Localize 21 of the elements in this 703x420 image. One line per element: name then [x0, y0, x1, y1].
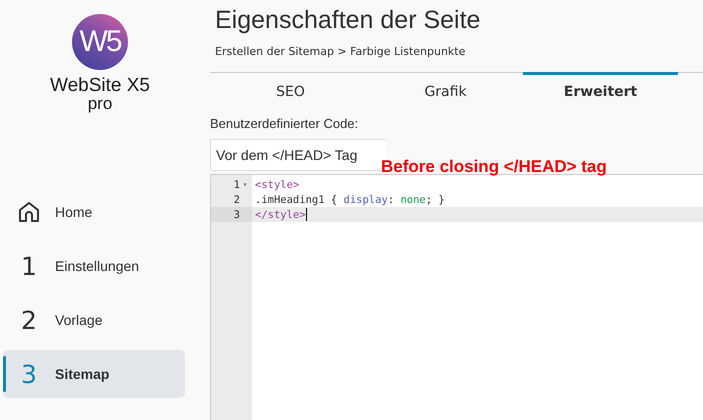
- line-number: 3: [234, 208, 240, 220]
- breadcrumb: Erstellen der Sitemap > Farbige Listenpunkte: [215, 45, 466, 58]
- logo-badge: W5: [72, 14, 128, 70]
- sidebar-item[interactable]: 1 Einstellungen: [3, 242, 185, 290]
- tab[interactable]: Grafik: [368, 72, 523, 102]
- tab[interactable]: SEO: [213, 72, 368, 102]
- sidebar-item[interactable]: 2 Vorlage: [3, 296, 185, 344]
- sidebar-item[interactable]: Home: [3, 188, 185, 236]
- code-line: </style>: [255, 208, 306, 220]
- page-title: Eigenschaften der Seite: [215, 6, 482, 35]
- home-icon: [17, 200, 41, 224]
- tab[interactable]: Erweitert: [523, 72, 678, 102]
- code-line: <style>: [255, 178, 300, 190]
- product-name: WebSite X5: [50, 76, 150, 96]
- field-label: Benutzerdefinierter Code:: [210, 116, 360, 131]
- product-edition: pro: [88, 96, 112, 112]
- fold-toggle[interactable]: ▾: [240, 180, 250, 189]
- code-line: .imHeading1 { display: none; }: [255, 194, 445, 206]
- sidebar-item[interactable]: 3 Sitemap: [3, 350, 185, 398]
- line-number: 1: [234, 178, 240, 190]
- line-number: 2: [234, 194, 240, 206]
